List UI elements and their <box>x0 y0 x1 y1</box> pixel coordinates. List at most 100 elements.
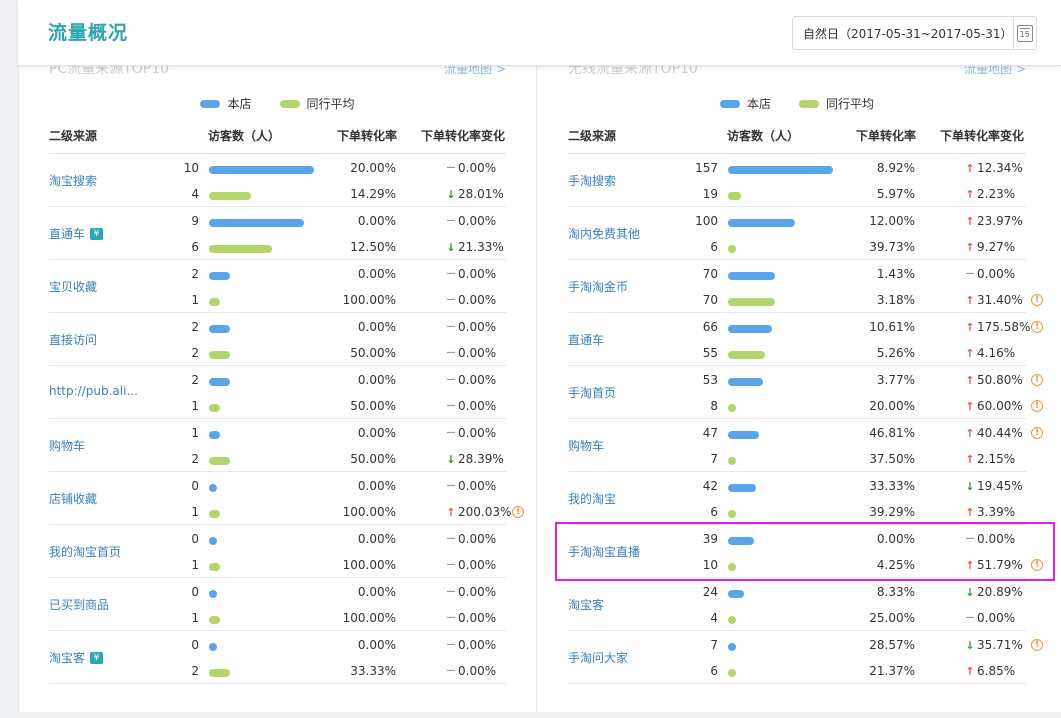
own-sub-row: 0 0.00% —0.00% <box>49 632 506 658</box>
col-visitors[interactable]: 访客数（人） <box>727 127 799 144</box>
conversion-rate: 12.00% <box>869 214 915 228</box>
arrow-up-icon: ↑ <box>965 452 975 466</box>
conversion-rate: 3.18% <box>876 293 915 307</box>
change-value: 31.40% <box>977 293 1023 307</box>
change-value: 0.00% <box>458 214 497 228</box>
conversion-rate: 33.33% <box>350 664 396 678</box>
warning-icon[interactable]: ! <box>1031 294 1043 306</box>
avg-sub-row: 6 21.37% ↑ 6.85% <box>568 658 1026 684</box>
conversion-change: —0.00% <box>446 293 497 307</box>
legend-own-label: 本店 <box>746 97 771 111</box>
own-sub-row: 100 12.00% ↑ 23.97% <box>568 208 1026 234</box>
col-visitors[interactable]: 访客数（人） <box>208 127 280 144</box>
own-sub-row: 2 0.00% —0.00% <box>49 367 506 393</box>
legend-avg[interactable]: 同行平均 <box>799 95 874 112</box>
change-value: 0.00% <box>977 611 1016 625</box>
arrow-down-icon: ↓ <box>446 452 456 466</box>
change-value: 0.00% <box>458 611 497 625</box>
warning-icon[interactable]: ! <box>1031 321 1043 333</box>
conversion-rate: 3.77% <box>876 373 915 387</box>
col-change[interactable]: 下单转化率变化 <box>421 127 505 144</box>
change-value: 0.00% <box>458 346 497 360</box>
arrow-down-icon: ↓ <box>965 638 975 652</box>
pc-traffic-panel: PC流量来源TOP10 流量地图 > 本店 同行平均 二级来源 访客数（人） 下… <box>19 52 537 712</box>
warning-icon[interactable]: ! <box>1031 559 1043 571</box>
arrow-up-icon: ↑ <box>965 346 975 360</box>
legend-own[interactable]: 本店 <box>719 95 771 112</box>
legend-avg[interactable]: 同行平均 <box>279 95 355 112</box>
table-row: 直接访问 2 0.00% —0.00% 2 50.00% —0.00% <box>49 313 506 366</box>
conversion-rate: 100.00% <box>342 505 396 519</box>
arrow-down-icon: ↓ <box>446 187 456 201</box>
conversion-change: —0.00% <box>965 611 1016 625</box>
avg-sub-row: 10 4.25% ↑ 51.79%! <box>568 552 1043 578</box>
date-range-picker[interactable]: 自然日（2017-05-31~2017-05-31） 15 <box>792 16 1037 50</box>
col-rate[interactable]: 下单转化率 <box>337 127 397 144</box>
dash-icon: — <box>446 587 456 597</box>
own-sub-row: 2 0.00% —0.00% <box>49 261 506 287</box>
change-value: 0.00% <box>458 373 497 387</box>
conversion-change: —0.00% <box>446 479 497 493</box>
conversion-change: —0.00% <box>446 346 497 360</box>
own-sub-row: 0 0.00% —0.00% <box>49 579 506 605</box>
warning-icon[interactable]: ! <box>1031 427 1043 439</box>
conversion-change: —0.00% <box>446 611 497 625</box>
conversion-change: ↑ 2.23% <box>965 187 1015 201</box>
conversion-rate: 28.57% <box>869 638 915 652</box>
conversion-change: —0.00% <box>446 267 497 281</box>
arrow-up-icon: ↑ <box>965 426 975 440</box>
table-row: 手淘淘宝直播 39 0.00% —0.00% 10 4.25% ↑ 51.79%! <box>568 525 1043 578</box>
arrow-up-icon: ↑ <box>965 293 975 307</box>
table-header: 二级来源 访客数（人） 下单转化率 下单转化率变化 <box>568 127 1026 154</box>
change-value: 51.79% <box>977 558 1023 572</box>
conversion-rate: 0.00% <box>357 426 396 440</box>
calendar-button[interactable]: 15 <box>1012 17 1036 49</box>
avg-sub-row: 6 12.50% ↓ 21.33% <box>49 234 506 260</box>
avg-sub-row: 1 100.00% —0.00% <box>49 552 506 578</box>
legend-own[interactable]: 本店 <box>200 95 252 112</box>
table-row: 直通车 ¥9 0.00% —0.00% 6 12.50% ↓ 21.33% <box>49 207 506 260</box>
table-row: 购物车 1 0.00% —0.00% 2 50.00% ↓ 28.39% <box>49 419 506 472</box>
table-row: 我的淘宝首页 0 0.00% —0.00% 1 100.00% —0.00% <box>49 525 506 578</box>
change-value: 0.00% <box>458 320 497 334</box>
table-row: 手淘淘金币 70 1.43% —0.00% 70 3.18% ↑ 31.40%! <box>568 260 1043 313</box>
legend-avg-label: 同行平均 <box>306 97 355 111</box>
change-value: 0.00% <box>458 558 497 572</box>
warning-icon[interactable]: ! <box>1031 400 1043 412</box>
table-row: 我的淘宝 42 33.33% ↓ 19.45% 6 39.29% ↑ 3.39% <box>568 472 1026 525</box>
conversion-rate: 0.00% <box>357 532 396 546</box>
own-sub-row: 42 33.33% ↓ 19.45% <box>568 473 1026 499</box>
conversion-change: ↑ 50.80% <box>965 373 1023 387</box>
warning-icon[interactable]: ! <box>1031 639 1043 651</box>
conversion-rate: 46.81% <box>869 426 915 440</box>
col-rate[interactable]: 下单转化率 <box>856 127 916 144</box>
warning-icon[interactable]: ! <box>1031 374 1043 386</box>
change-value: 50.80% <box>977 373 1023 387</box>
calendar-icon: 15 <box>1016 24 1033 42</box>
change-value: 28.39% <box>458 452 504 466</box>
own-sub-row: 39 0.00% —0.00% <box>568 526 1026 552</box>
col-change[interactable]: 下单转化率变化 <box>940 127 1024 144</box>
conversion-rate: 0.00% <box>357 320 396 334</box>
change-value: 0.00% <box>458 161 497 175</box>
table-row: 手淘搜索 157 8.92% ↑ 12.34% 19 5.97% ↑ 2.23% <box>568 154 1026 207</box>
dash-icon: — <box>446 163 456 173</box>
table-row: 已买到商品 0 0.00% —0.00% 1 100.00% —0.00% <box>49 578 506 631</box>
conversion-rate: 4.25% <box>876 558 915 572</box>
own-sub-row: 66 10.61% ↑ 175.58%! <box>568 314 1043 340</box>
conversion-change: ↓ 28.39% <box>446 452 504 466</box>
conversion-change: ↑ 31.40% <box>965 293 1023 307</box>
table-row: 购物车 47 46.81% ↑ 40.44%! 7 37.50% ↑ 2.15% <box>568 419 1043 472</box>
conversion-change: —0.00% <box>446 638 497 652</box>
warning-icon[interactable]: ! <box>512 506 524 518</box>
conversion-rate: 0.00% <box>876 532 915 546</box>
conversion-rate: 0.00% <box>357 479 396 493</box>
table-row: 手淘问大家 7 28.57% ↓ 35.71%! 6 21.37% ↑ 6.85% <box>568 631 1043 684</box>
avg-sub-row: 6 39.29% ↑ 3.39% <box>568 499 1026 525</box>
table-row: 宝贝收藏 2 0.00% —0.00% 1 100.00% —0.00% <box>49 260 506 313</box>
change-value: 175.58% <box>977 320 1031 334</box>
change-value: 0.00% <box>458 426 497 440</box>
conversion-rate: 8.33% <box>876 585 915 599</box>
change-value: 20.89% <box>977 585 1023 599</box>
arrow-up-icon: ↑ <box>965 320 975 334</box>
